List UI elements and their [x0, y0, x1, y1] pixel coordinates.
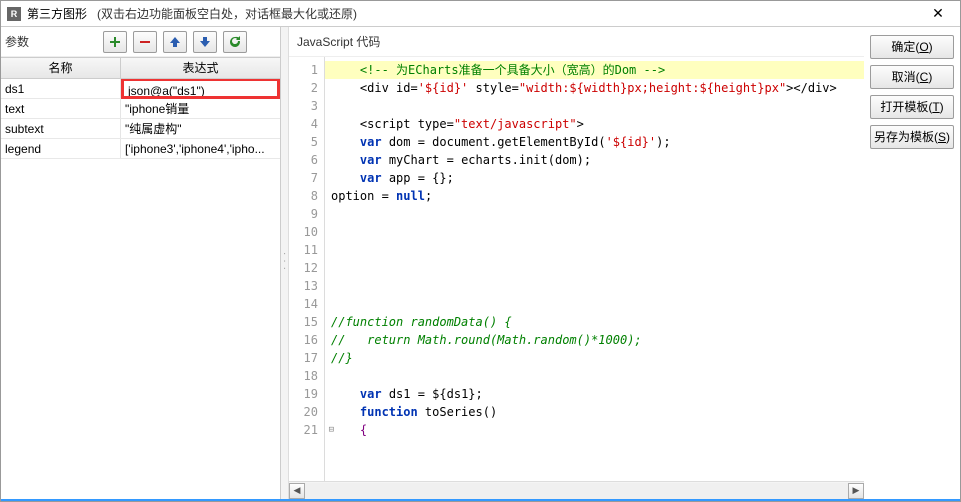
header-expr: 表达式	[121, 58, 280, 78]
header-name: 名称	[1, 58, 121, 78]
arrow-up-icon	[169, 36, 181, 48]
cancel-button[interactable]: 取消(C)	[870, 65, 954, 89]
code-content[interactable]: <!-- 为ECharts准备一个具备大小（宽高）的Dom --> <div i…	[325, 57, 864, 481]
code-line	[325, 259, 864, 277]
code-line: <!-- 为ECharts准备一个具备大小（宽高）的Dom -->	[325, 61, 864, 79]
param-name: ds1	[1, 79, 121, 98]
code-line: function toSeries()	[325, 403, 864, 421]
code-line	[325, 295, 864, 313]
code-line: var myChart = echarts.init(dom);	[325, 151, 864, 169]
open-template-button[interactable]: 打开模板(T)	[870, 95, 954, 119]
bottom-accent	[1, 499, 960, 501]
param-expr[interactable]: json@a("ds1")	[121, 79, 280, 99]
code-line: //}	[325, 349, 864, 367]
param-row[interactable]: text"iphone销量	[1, 99, 280, 119]
params-headers: 名称 表达式	[1, 57, 280, 79]
code-line: {	[325, 421, 864, 439]
code-line	[325, 223, 864, 241]
param-expr[interactable]: ['iphone3','iphone4','ipho...	[121, 139, 280, 158]
params-label: 参数	[1, 33, 91, 50]
scroll-right-button[interactable]: ▶	[848, 483, 864, 499]
minus-icon	[139, 36, 151, 48]
ok-button[interactable]: 确定(O)	[870, 35, 954, 59]
scroll-track[interactable]	[305, 483, 848, 499]
refresh-button[interactable]	[223, 31, 247, 53]
move-up-button[interactable]	[163, 31, 187, 53]
param-name: legend	[1, 139, 121, 158]
code-title: JavaScript 代码	[289, 27, 864, 57]
close-button[interactable]: ✕	[922, 4, 954, 24]
code-line: var app = {};	[325, 169, 864, 187]
code-gutter: 123456789101112131415161718192021	[289, 57, 325, 481]
window-title: 第三方图形	[27, 5, 87, 22]
code-line	[325, 367, 864, 385]
main-area: 参数 名称 表达式	[1, 27, 960, 499]
arrow-down-icon	[199, 36, 211, 48]
params-toolbar	[91, 31, 247, 53]
remove-button[interactable]	[133, 31, 157, 53]
move-down-button[interactable]	[193, 31, 217, 53]
titlebar: R 第三方图形 (双击右边功能面板空白处，对话框最大化或还原) ✕	[1, 1, 960, 27]
code-line	[325, 241, 864, 259]
param-row[interactable]: legend['iphone3','iphone4','ipho...	[1, 139, 280, 159]
code-line: <script type="text/javascript">	[325, 115, 864, 133]
param-row[interactable]: ds1json@a("ds1")	[1, 79, 280, 99]
app-icon: R	[7, 7, 21, 21]
code-line: var dom = document.getElementById('${id}…	[325, 133, 864, 151]
code-panel: JavaScript 代码 12345678910111213141516171…	[289, 27, 864, 499]
save-template-button[interactable]: 另存为模板(S)	[870, 125, 954, 149]
add-button[interactable]	[103, 31, 127, 53]
param-expr[interactable]: "iphone销量	[121, 99, 280, 118]
splitter-handle[interactable]: ···	[281, 27, 289, 499]
param-name: subtext	[1, 119, 121, 138]
plus-icon	[109, 36, 121, 48]
editor-hscroll[interactable]: ◀ ▶	[289, 481, 864, 499]
param-row[interactable]: subtext"纯属虚构"	[1, 119, 280, 139]
code-line	[325, 205, 864, 223]
param-name: text	[1, 99, 121, 118]
params-body: ds1json@a("ds1")text"iphone销量subtext"纯属虚…	[1, 79, 280, 499]
dialog-buttons: 确定(O) 取消(C) 打开模板(T) 另存为模板(S)	[864, 27, 960, 499]
code-line: //function randomData() {	[325, 313, 864, 331]
param-expr[interactable]: "纯属虚构"	[121, 119, 280, 138]
code-line	[325, 97, 864, 115]
scroll-left-button[interactable]: ◀	[289, 483, 305, 499]
code-line: var ds1 = ${ds1};	[325, 385, 864, 403]
code-line: <div id='${id}' style="width:${width}px;…	[325, 79, 864, 97]
refresh-icon	[229, 36, 241, 48]
code-line: // return Math.round(Math.random()*1000)…	[325, 331, 864, 349]
window-subtitle: (双击右边功能面板空白处，对话框最大化或还原)	[97, 5, 357, 22]
code-line: option = null;	[325, 187, 864, 205]
code-editor[interactable]: 123456789101112131415161718192021 <!-- 为…	[289, 57, 864, 481]
params-panel: 参数 名称 表达式	[1, 27, 281, 499]
code-line	[325, 277, 864, 295]
